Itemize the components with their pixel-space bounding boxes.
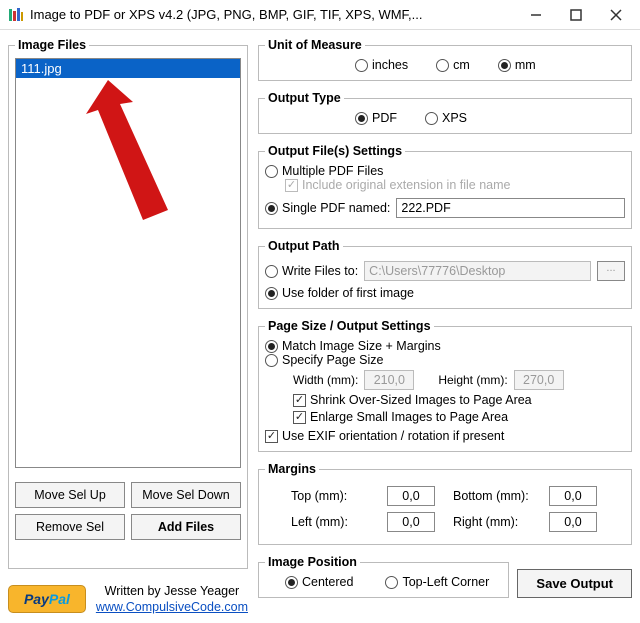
output-xps-radio[interactable]: XPS — [425, 111, 467, 125]
paypal-donate-button[interactable]: PayPal — [8, 585, 86, 613]
output-path-group: Output Path Write Files to: ... Use fold… — [258, 239, 632, 309]
maximize-button[interactable] — [556, 1, 596, 29]
output-files-group: Output File(s) Settings Multiple PDF Fil… — [258, 144, 632, 229]
output-type-legend: Output Type — [265, 91, 344, 105]
width-label: Width (mm): — [293, 373, 358, 387]
image-files-group: Image Files 111.jpg Move Sel Up Move Sel… — [8, 38, 248, 569]
minimize-button[interactable] — [516, 1, 556, 29]
match-image-radio[interactable]: Match Image Size + Margins — [265, 339, 625, 353]
unit-group: Unit of Measure inches cm mm — [258, 38, 632, 81]
margin-bottom-input[interactable] — [549, 486, 597, 506]
height-input — [514, 370, 564, 390]
move-down-button[interactable]: Move Sel Down — [131, 482, 241, 508]
file-list[interactable]: 111.jpg — [15, 58, 241, 468]
output-path-legend: Output Path — [265, 239, 343, 253]
app-icon — [8, 7, 24, 23]
include-ext-check: Include original extension in file name — [285, 178, 625, 192]
exif-check[interactable]: Use EXIF orientation / rotation if prese… — [265, 429, 625, 443]
margin-left-label: Left (mm): — [291, 515, 371, 529]
close-button[interactable] — [596, 1, 636, 29]
page-size-legend: Page Size / Output Settings — [265, 319, 434, 333]
title-bar: Image to PDF or XPS v4.2 (JPG, PNG, BMP,… — [0, 0, 640, 30]
height-label: Height (mm): — [438, 373, 507, 387]
centered-radio[interactable]: Centered — [285, 575, 353, 589]
unit-cm-radio[interactable]: cm — [436, 58, 470, 72]
move-up-button[interactable]: Move Sel Up — [15, 482, 125, 508]
credits-author: Written by Jesse Yeager — [96, 583, 248, 599]
single-pdf-name-input[interactable] — [396, 198, 625, 218]
unit-mm-radio[interactable]: mm — [498, 58, 536, 72]
credits: Written by Jesse Yeager www.CompulsiveCo… — [96, 583, 248, 616]
margin-top-input[interactable] — [387, 486, 435, 506]
write-files-to-radio[interactable]: Write Files to: — [265, 264, 358, 278]
margin-right-label: Right (mm): — [453, 515, 533, 529]
topleft-radio[interactable]: Top-Left Corner — [385, 575, 489, 589]
margin-left-input[interactable] — [387, 512, 435, 532]
margins-legend: Margins — [265, 462, 319, 476]
margin-bottom-label: Bottom (mm): — [453, 489, 533, 503]
enlarge-check[interactable]: Enlarge Small Images to Page Area — [293, 410, 625, 424]
specify-size-radio[interactable]: Specify Page Size — [265, 353, 625, 367]
margins-group: Margins Top (mm): Bottom (mm): Left (mm)… — [258, 462, 632, 545]
multiple-pdf-radio[interactable]: Multiple PDF Files — [265, 164, 625, 178]
file-list-item[interactable]: 111.jpg — [16, 59, 240, 78]
output-type-group: Output Type PDF XPS — [258, 91, 632, 134]
browse-path-button[interactable]: ... — [597, 261, 625, 281]
margin-top-label: Top (mm): — [291, 489, 371, 503]
width-input — [364, 370, 414, 390]
image-position-legend: Image Position — [265, 555, 360, 569]
credits-link[interactable]: www.CompulsiveCode.com — [96, 599, 248, 615]
unit-inches-radio[interactable]: inches — [355, 58, 408, 72]
output-path-input — [364, 261, 591, 281]
add-files-button[interactable]: Add Files — [131, 514, 241, 540]
save-output-button[interactable]: Save Output — [517, 569, 632, 598]
page-size-group: Page Size / Output Settings Match Image … — [258, 319, 632, 452]
use-folder-radio[interactable]: Use folder of first image — [265, 286, 625, 300]
image-files-legend: Image Files — [15, 38, 89, 52]
margin-right-input[interactable] — [549, 512, 597, 532]
output-pdf-radio[interactable]: PDF — [355, 111, 397, 125]
unit-legend: Unit of Measure — [265, 38, 365, 52]
shrink-check[interactable]: Shrink Over-Sized Images to Page Area — [293, 393, 625, 407]
single-pdf-radio[interactable]: Single PDF named: — [265, 201, 390, 215]
window-title: Image to PDF or XPS v4.2 (JPG, PNG, BMP,… — [30, 7, 516, 22]
output-files-legend: Output File(s) Settings — [265, 144, 405, 158]
remove-sel-button[interactable]: Remove Sel — [15, 514, 125, 540]
image-position-group: Image Position Centered Top-Left Corner — [258, 555, 509, 598]
